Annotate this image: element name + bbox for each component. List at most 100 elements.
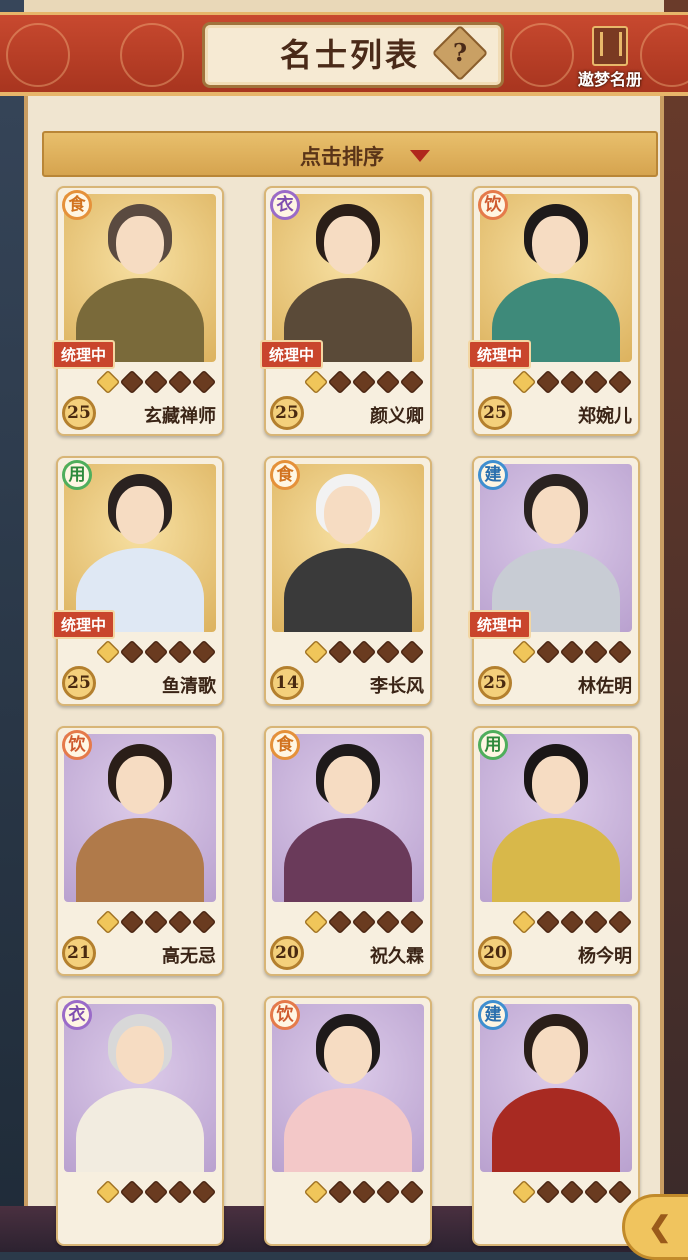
portrait-face <box>116 486 164 544</box>
character-name: 祝久霖 <box>370 946 424 967</box>
portrait-robe <box>492 818 620 902</box>
character-name: 颜义卿 <box>370 406 424 427</box>
star-rating <box>95 1179 220 1205</box>
star-empty-icon <box>399 639 425 665</box>
portrait-face <box>324 1026 372 1084</box>
star-empty-icon <box>119 909 145 935</box>
character-portrait <box>272 194 424 362</box>
portrait-face <box>532 1026 580 1084</box>
character-card[interactable]: 衣 <box>56 996 224 1246</box>
star-empty-icon <box>607 369 633 395</box>
star-rating <box>511 1179 636 1205</box>
star-empty-icon <box>167 909 193 935</box>
star-filled-icon <box>511 1179 537 1205</box>
book-icon[interactable] <box>592 26 628 66</box>
star-empty-icon <box>583 369 609 395</box>
level-badge: 14 <box>270 666 304 700</box>
level-badge: 25 <box>478 666 512 700</box>
back-arrow-icon[interactable]: ❮ <box>648 1210 671 1243</box>
star-rating <box>303 909 428 935</box>
star-empty-icon <box>535 369 561 395</box>
star-filled-icon <box>95 369 121 395</box>
role-food-icon: 食 <box>62 190 92 220</box>
character-portrait <box>480 464 632 632</box>
star-empty-icon <box>375 909 401 935</box>
level-badge: 25 <box>478 396 512 430</box>
star-empty-icon <box>191 639 217 665</box>
character-card[interactable]: 食 14 李长风 <box>264 456 432 706</box>
help-icon[interactable]: ? <box>440 33 480 73</box>
star-empty-icon <box>535 909 561 935</box>
cloud-ornament <box>510 23 574 87</box>
character-card[interactable]: 建 <box>472 996 640 1246</box>
character-name: 李长风 <box>370 676 424 697</box>
star-empty-icon <box>583 639 609 665</box>
star-empty-icon <box>327 909 353 935</box>
role-clothes-icon: 衣 <box>62 1000 92 1030</box>
star-empty-icon <box>167 1179 193 1205</box>
cloud-ornament-left <box>6 23 70 87</box>
star-rating <box>303 1179 428 1205</box>
sort-label[interactable]: 点击排序 <box>300 141 384 171</box>
level-badge: 25 <box>62 396 96 430</box>
star-empty-icon <box>583 909 609 935</box>
role-food-icon: 食 <box>270 730 300 760</box>
star-empty-icon <box>119 369 145 395</box>
portrait-face <box>324 486 372 544</box>
page-title: 名士列表 <box>280 36 421 74</box>
managing-badge: 统理中 <box>468 610 532 639</box>
star-filled-icon <box>95 909 121 935</box>
character-card[interactable]: 食 20 祝久霖 <box>264 726 432 976</box>
character-card[interactable]: 食统理中 25 玄藏禅师 <box>52 186 224 436</box>
character-name: 郑婉儿 <box>578 406 632 427</box>
level-badge: 25 <box>270 396 304 430</box>
character-name: 杨今明 <box>578 946 632 967</box>
star-empty-icon <box>351 1179 377 1205</box>
star-filled-icon <box>95 639 121 665</box>
role-clothes-icon: 衣 <box>270 190 300 220</box>
character-card[interactable]: 饮 <box>264 996 432 1246</box>
star-empty-icon <box>399 909 425 935</box>
character-card[interactable]: 饮 21 高无忌 <box>56 726 224 976</box>
star-empty-icon <box>607 1179 633 1205</box>
star-empty-icon <box>191 369 217 395</box>
star-empty-icon <box>607 909 633 935</box>
star-filled-icon <box>303 639 329 665</box>
managing-badge: 统理中 <box>52 340 116 369</box>
roster-book-label[interactable]: 遨梦名册 <box>570 66 650 90</box>
star-empty-icon <box>399 1179 425 1205</box>
character-name: 玄藏禅师 <box>144 406 216 427</box>
star-empty-icon <box>399 369 425 395</box>
star-empty-icon <box>119 1179 145 1205</box>
character-card[interactable]: 用统理中 25 鱼清歌 <box>52 456 224 706</box>
portrait-face <box>324 216 372 274</box>
role-build-icon: 建 <box>478 1000 508 1030</box>
star-empty-icon <box>143 639 169 665</box>
character-card[interactable]: 饮统理中 25 郑婉儿 <box>468 186 640 436</box>
star-rating <box>303 639 428 665</box>
star-filled-icon <box>303 369 329 395</box>
character-name: 鱼清歌 <box>162 676 216 697</box>
managing-badge: 统理中 <box>260 340 324 369</box>
star-rating <box>303 369 428 395</box>
star-empty-icon <box>143 909 169 935</box>
character-portrait <box>64 1004 216 1172</box>
role-use-icon: 用 <box>62 460 92 490</box>
portrait-robe <box>284 818 412 902</box>
character-portrait <box>272 464 424 632</box>
right-scenery <box>664 0 688 1252</box>
character-card[interactable]: 建统理中 25 林佐明 <box>468 456 640 706</box>
character-card[interactable]: 衣统理中 25 颜义卿 <box>260 186 432 436</box>
cloud-ornament <box>120 23 184 87</box>
star-empty-icon <box>375 1179 401 1205</box>
portrait-face <box>116 216 164 274</box>
star-empty-icon <box>327 639 353 665</box>
star-empty-icon <box>535 1179 561 1205</box>
character-card[interactable]: 用 20 杨今明 <box>472 726 640 976</box>
star-filled-icon <box>511 639 537 665</box>
role-drink-icon: 饮 <box>478 190 508 220</box>
portrait-face <box>116 1026 164 1084</box>
portrait-face <box>324 756 372 814</box>
star-empty-icon <box>559 909 585 935</box>
sort-dropdown-icon[interactable] <box>410 150 430 162</box>
